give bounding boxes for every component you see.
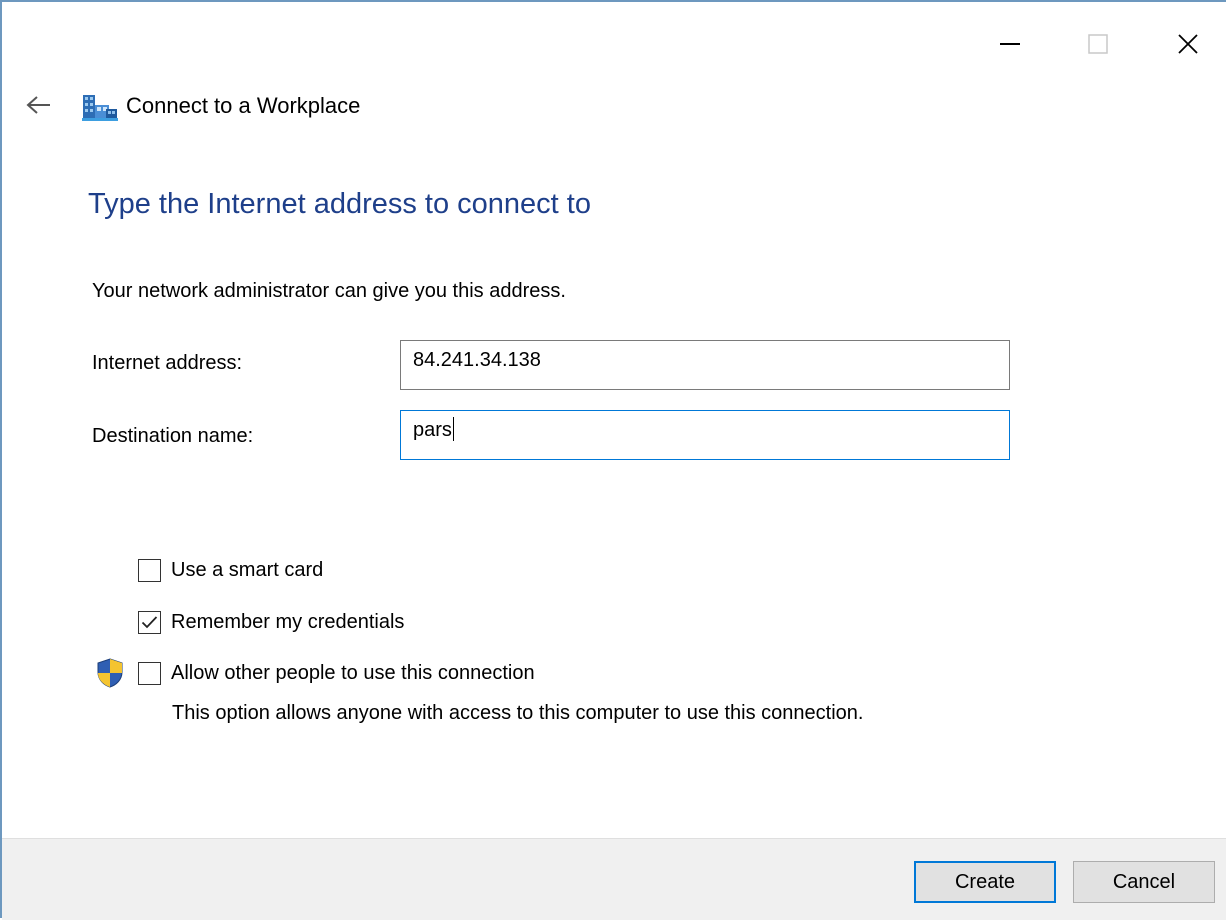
close-button[interactable] xyxy=(1165,24,1211,64)
maximize-button[interactable] xyxy=(1075,24,1121,64)
destination-name-input[interactable]: pars xyxy=(400,410,1010,460)
intro-text: Your network administrator can give you … xyxy=(92,280,566,302)
back-arrow-icon xyxy=(26,96,50,114)
title-bar xyxy=(2,2,1226,82)
text-caret xyxy=(452,417,454,441)
maximize-icon xyxy=(1088,34,1108,54)
allow-others-label: Allow other people to use this connectio… xyxy=(171,661,535,684)
internet-address-value: 84.241.34.138 xyxy=(413,349,541,371)
allow-others-note: This option allows anyone with access to… xyxy=(172,702,864,724)
button-bar: Create Cancel xyxy=(2,838,1226,920)
smart-card-checkbox[interactable] xyxy=(138,558,161,582)
smart-card-option[interactable]: Use a smart card xyxy=(138,556,323,584)
internet-address-label: Internet address: xyxy=(92,352,243,374)
allow-others-option[interactable]: Allow other people to use this connectio… xyxy=(138,659,535,687)
remember-credentials-option[interactable]: Remember my credentials xyxy=(138,608,404,636)
cancel-button[interactable]: Cancel xyxy=(1073,861,1215,903)
remember-credentials-label: Remember my credentials xyxy=(171,610,405,633)
close-icon xyxy=(1178,34,1198,54)
remember-credentials-checkbox[interactable] xyxy=(138,610,161,634)
checkmark-icon xyxy=(141,615,158,628)
page-heading: Type the Internet address to connect to xyxy=(88,188,591,220)
destination-name-label: Destination name: xyxy=(92,425,254,447)
navigation-row: Connect to a Workplace xyxy=(2,84,1226,128)
minimize-button[interactable] xyxy=(987,24,1033,64)
internet-address-input[interactable]: 84.241.34.138 xyxy=(400,340,1010,390)
minimize-icon xyxy=(1000,43,1020,45)
create-button[interactable]: Create xyxy=(914,861,1056,903)
workplace-network-icon xyxy=(82,95,118,121)
window-title: Connect to a Workplace xyxy=(126,93,361,118)
destination-name-value: pars xyxy=(413,419,452,441)
uac-shield-icon xyxy=(97,658,123,688)
back-button[interactable] xyxy=(22,90,56,120)
smart-card-label: Use a smart card xyxy=(171,558,324,581)
allow-others-checkbox[interactable] xyxy=(138,661,161,685)
dialog-window: Connect to a Workplace Type the Internet… xyxy=(0,0,1226,920)
